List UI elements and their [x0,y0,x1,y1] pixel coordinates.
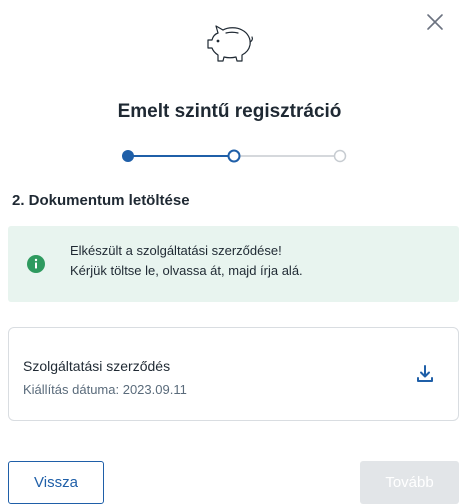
download-icon[interactable] [414,363,436,385]
document-date: Kiállítás dátuma: 2023.09.11 [23,382,187,397]
step-2-dot [227,149,241,163]
close-icon[interactable] [423,10,447,34]
progress-stepper [122,149,347,163]
step-3-dot [333,149,347,163]
info-alert: Elkészült a szolgáltatási szerződése! Ké… [8,226,459,302]
back-button[interactable]: Vissza [8,461,104,504]
info-message-line1: Elkészült a szolgáltatási szerződése! [70,243,282,258]
info-message-line2: Kérjük töltse le, olvassa át, majd írja … [70,263,303,278]
info-icon [27,255,45,273]
next-button[interactable]: Tovább [360,461,459,504]
piggy-bank-icon [206,25,253,62]
step-title: 2. Dokumentum letöltése [12,192,190,209]
registration-dialog: Emelt szintű regisztráció 2. Dokumentum … [0,0,459,504]
dialog-title: Emelt szintű regisztráció [117,101,342,122]
document-name: Szolgáltatási szerződés [23,358,171,374]
step-1-dot [122,150,134,162]
document-card: Szolgáltatási szerződés Kiállítás dátuma… [8,327,459,421]
